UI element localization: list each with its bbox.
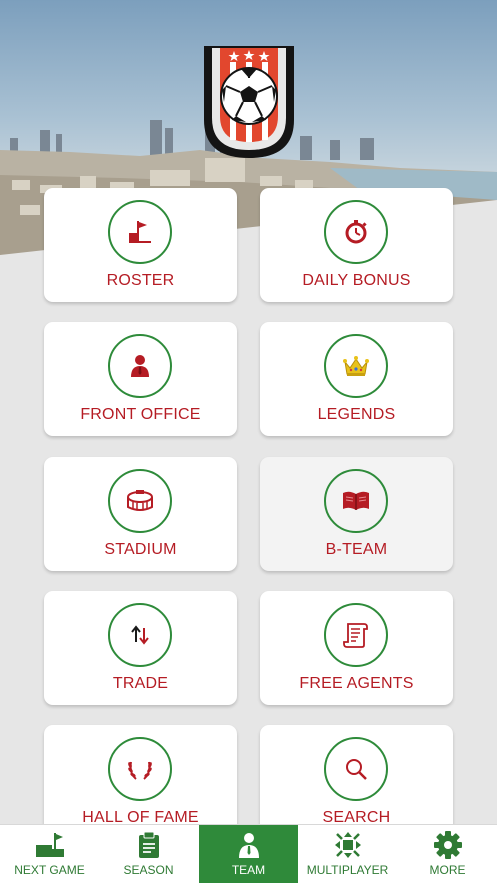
tab-season[interactable]: SEASON bbox=[99, 825, 198, 883]
tab-next-game-label: NEXT GAME bbox=[14, 863, 85, 877]
roster-icon-circle bbox=[108, 200, 172, 264]
legends-label: LEGENDS bbox=[317, 406, 396, 423]
tab-season-label: SEASON bbox=[123, 863, 174, 877]
next-game-icon-wrap bbox=[34, 830, 66, 860]
gear-icon bbox=[433, 831, 462, 859]
multiplayer-icon-wrap bbox=[333, 830, 363, 860]
legends-tile[interactable]: LEGENDS bbox=[260, 322, 453, 436]
tab-team[interactable]: TEAM bbox=[199, 825, 298, 883]
stopwatch-icon bbox=[345, 220, 367, 244]
laurel-wreath-icon bbox=[128, 761, 152, 780]
season-icon-wrap bbox=[137, 830, 161, 860]
hall-of-fame-tile[interactable]: HALL OF FAME bbox=[44, 725, 237, 825]
stadium-label: STADIUM bbox=[104, 541, 177, 558]
tab-multiplayer[interactable]: MULTIPLAYER bbox=[298, 825, 397, 883]
bottom-tab-bar: NEXT GAME SEASON TEAM MULTIPLAYER MORE bbox=[0, 824, 497, 883]
crown-icon bbox=[343, 356, 369, 376]
trade-tile[interactable]: TRADE bbox=[44, 591, 237, 705]
tab-multiplayer-label: MULTIPLAYER bbox=[306, 863, 389, 877]
front-office-label: FRONT OFFICE bbox=[80, 406, 201, 423]
free-agents-tile[interactable]: FREE AGENTS bbox=[260, 591, 453, 705]
magnifier-icon bbox=[346, 759, 367, 780]
free-agents-label: FREE AGENTS bbox=[299, 675, 414, 692]
swap-arrows-icon bbox=[131, 625, 149, 645]
player-icon bbox=[238, 833, 259, 858]
b-team-tile[interactable]: B-TEAM bbox=[260, 457, 453, 571]
pitch-flag-icon bbox=[35, 833, 64, 857]
trade-label: TRADE bbox=[112, 675, 169, 692]
trade-icon-circle bbox=[108, 603, 172, 667]
team-icon-wrap bbox=[237, 830, 261, 860]
stadium-icon bbox=[127, 490, 153, 511]
daily-bonus-icon-circle bbox=[324, 200, 388, 264]
tab-more-label: MORE bbox=[429, 863, 466, 877]
more-icon-wrap bbox=[433, 830, 463, 860]
roster-tile[interactable]: ROSTER bbox=[44, 188, 237, 302]
search-label: SEARCH bbox=[322, 809, 391, 825]
stadium-tile[interactable]: STADIUM bbox=[44, 457, 237, 571]
open-book-icon bbox=[343, 491, 369, 510]
front-office-icon-circle bbox=[108, 334, 172, 398]
daily-bonus-label: DAILY BONUS bbox=[302, 272, 411, 289]
daily-bonus-tile[interactable]: DAILY BONUS bbox=[260, 188, 453, 302]
free-agents-icon-circle bbox=[324, 603, 388, 667]
hall-of-fame-icon-circle bbox=[108, 737, 172, 801]
contract-scroll-icon bbox=[343, 623, 368, 648]
legends-icon-circle bbox=[324, 334, 388, 398]
roster-label: ROSTER bbox=[106, 272, 175, 289]
search-icon-circle bbox=[324, 737, 388, 801]
menu-grid: ROSTER DAILY BONUS FRONT OFFICE LEGENDS … bbox=[0, 0, 497, 825]
tab-more[interactable]: MORE bbox=[398, 825, 497, 883]
front-office-tile[interactable]: FRONT OFFICE bbox=[44, 322, 237, 436]
b-team-icon-circle bbox=[324, 469, 388, 533]
manager-icon bbox=[131, 355, 149, 377]
clipboard-icon bbox=[138, 831, 159, 858]
tab-next-game[interactable]: NEXT GAME bbox=[0, 825, 99, 883]
tab-team-label: TEAM bbox=[231, 863, 266, 877]
corner-flag-icon bbox=[129, 221, 151, 243]
arrows-in-icon bbox=[334, 832, 361, 858]
hall-of-fame-label: HALL OF FAME bbox=[82, 809, 199, 825]
stadium-icon-circle bbox=[108, 469, 172, 533]
search-tile[interactable]: SEARCH bbox=[260, 725, 453, 825]
b-team-label: B-TEAM bbox=[325, 541, 388, 558]
